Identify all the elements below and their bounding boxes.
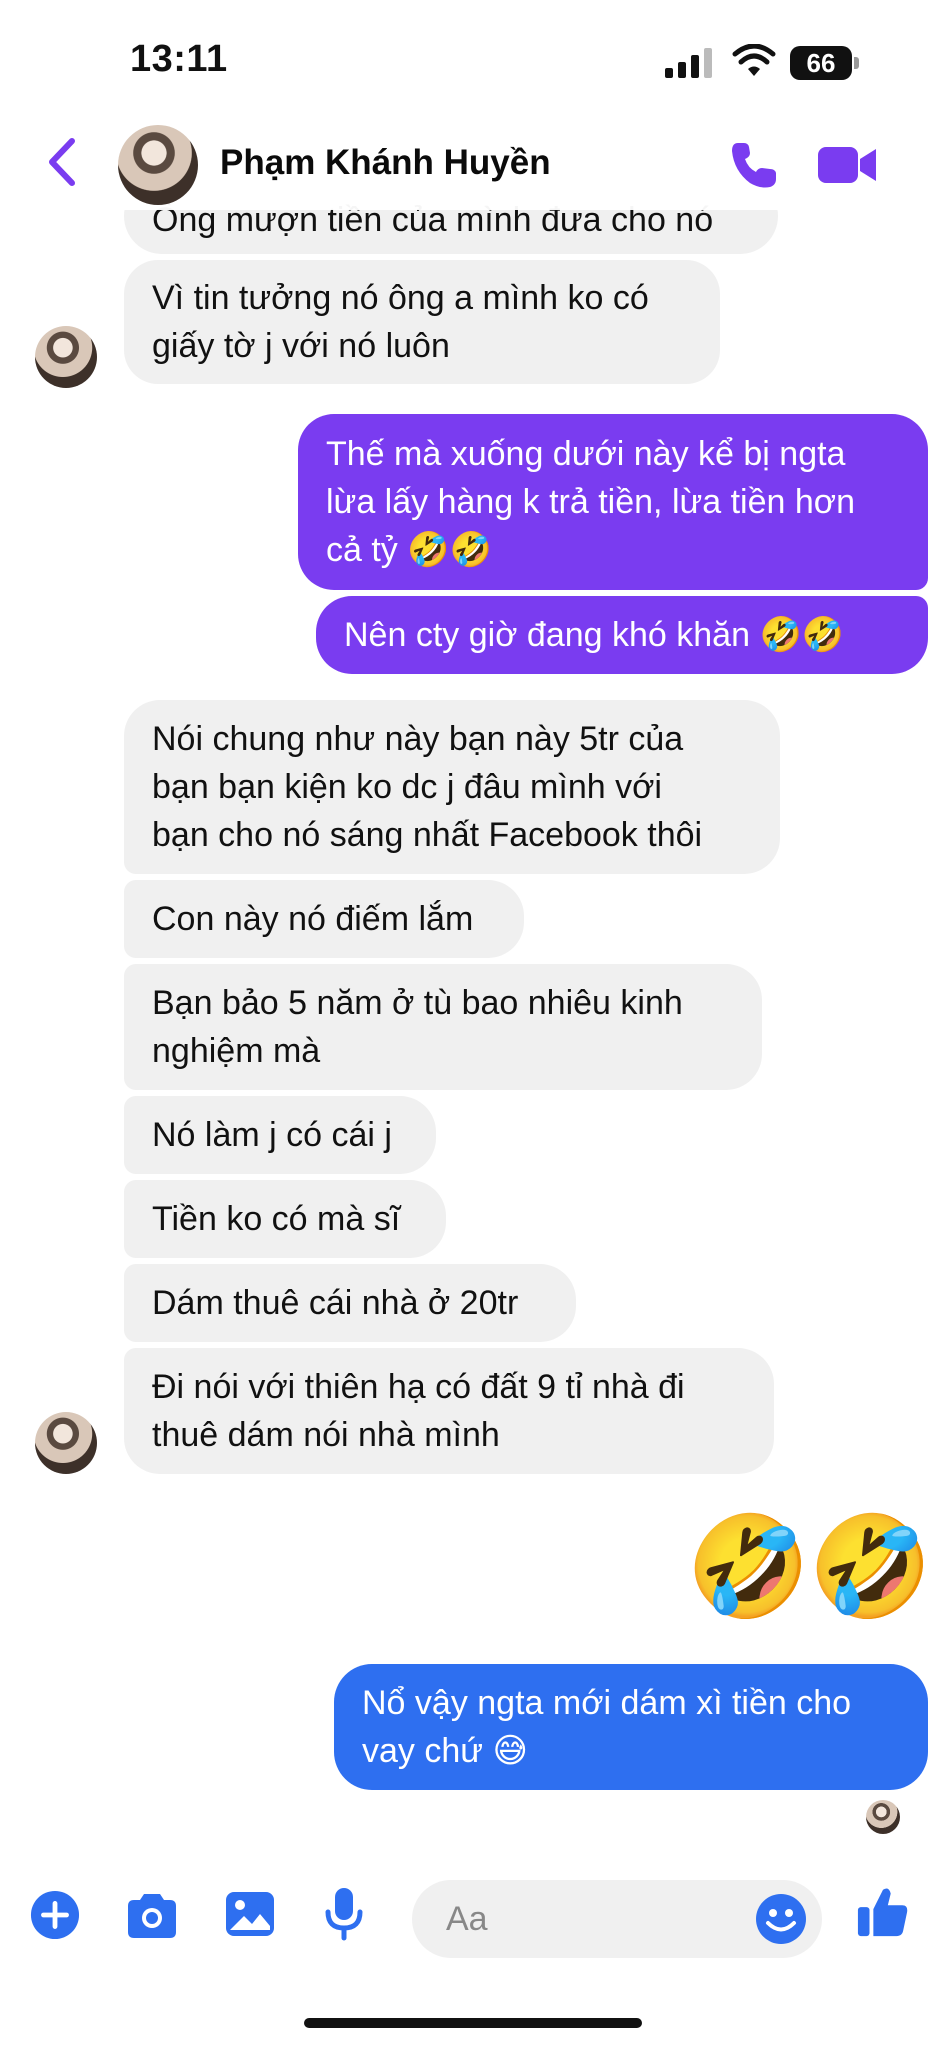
message-outgoing[interactable]: Nên cty giờ đang khó khăn 🤣🤣 bbox=[316, 596, 928, 674]
sender-avatar[interactable] bbox=[35, 1412, 97, 1474]
message-composer: Aa bbox=[0, 1860, 945, 1970]
home-indicator[interactable] bbox=[304, 2018, 642, 2028]
message-input[interactable]: Aa bbox=[412, 1880, 822, 1958]
contact-name[interactable]: Phạm Khánh Huyền bbox=[220, 143, 551, 183]
message-text: Thế mà xuống dưới này kể bị ngta lừa lấy… bbox=[326, 435, 855, 569]
sender-avatar[interactable] bbox=[35, 326, 97, 388]
message-text: Nổ vậy ngta mới dám xì tiền cho vay chứ … bbox=[362, 1684, 852, 1770]
message-incoming[interactable]: Nó làm j có cái j bbox=[124, 1096, 436, 1174]
message-text: Bạn bảo 5 năm ở tù bao nhiêu kinh nghiệm… bbox=[152, 984, 683, 1070]
message-text: Dám thuê cái nhà ở 20tr bbox=[152, 1284, 519, 1322]
plus-icon[interactable] bbox=[30, 1890, 80, 1940]
message-text: Nói chung như này bạn này 5tr của bạn bạ… bbox=[152, 720, 703, 854]
message-text: Đi nói với thiên hạ có đất 9 tỉ nhà đi t… bbox=[152, 1368, 685, 1454]
message-incoming[interactable]: Bạn bảo 5 năm ở tù bao nhiêu kinh nghiệm… bbox=[124, 964, 762, 1090]
image-icon[interactable] bbox=[224, 1890, 276, 1938]
message-input-placeholder: Aa bbox=[446, 1900, 488, 1938]
emoji-message[interactable]: 🤣 bbox=[808, 1512, 933, 1622]
message-text: Tiền ko có mà sĩ bbox=[152, 1200, 401, 1238]
emoji-message[interactable]: 🤣 bbox=[686, 1512, 811, 1622]
message-incoming[interactable]: Tiền ko có mà sĩ bbox=[124, 1180, 446, 1258]
message-outgoing[interactable]: Nổ vậy ngta mới dám xì tiền cho vay chứ … bbox=[334, 1664, 928, 1790]
message-text: Nên cty giờ đang khó khăn 🤣🤣 bbox=[344, 616, 845, 654]
camera-icon[interactable] bbox=[124, 1892, 180, 1940]
message-incoming[interactable]: Vì tin tưởng nó ông a mình ko có giấy tờ… bbox=[124, 260, 720, 384]
message-outgoing[interactable]: Thế mà xuống dưới này kể bị ngta lừa lấy… bbox=[298, 414, 928, 590]
microphone-icon[interactable] bbox=[324, 1886, 364, 1942]
message-incoming[interactable]: Dám thuê cái nhà ở 20tr bbox=[124, 1264, 576, 1342]
video-camera-icon[interactable] bbox=[816, 143, 878, 187]
message-incoming[interactable]: Đi nói với thiên hạ có đất 9 tỉ nhà đi t… bbox=[124, 1348, 774, 1474]
message-text: Nó làm j có cái j bbox=[152, 1116, 392, 1154]
back-chevron-icon[interactable] bbox=[44, 137, 80, 187]
thumbs-up-icon[interactable] bbox=[856, 1884, 910, 1938]
seen-indicator-avatar bbox=[866, 1800, 900, 1834]
chat-header: Phạm Khánh Huyền bbox=[0, 115, 945, 210]
message-list[interactable]: Ông mượn tiền của mình đưa cho nó Vì tin… bbox=[0, 0, 945, 1855]
contact-avatar[interactable] bbox=[118, 125, 198, 205]
message-text: Con này nó điếm lắm bbox=[152, 900, 474, 938]
message-incoming[interactable]: Con này nó điếm lắm bbox=[124, 880, 524, 958]
phone-icon[interactable] bbox=[728, 139, 780, 191]
emoji-icon[interactable] bbox=[754, 1892, 808, 1946]
message-incoming[interactable]: Nói chung như này bạn này 5tr của bạn bạ… bbox=[124, 700, 780, 874]
message-text: Vì tin tưởng nó ông a mình ko có giấy tờ… bbox=[152, 279, 649, 365]
